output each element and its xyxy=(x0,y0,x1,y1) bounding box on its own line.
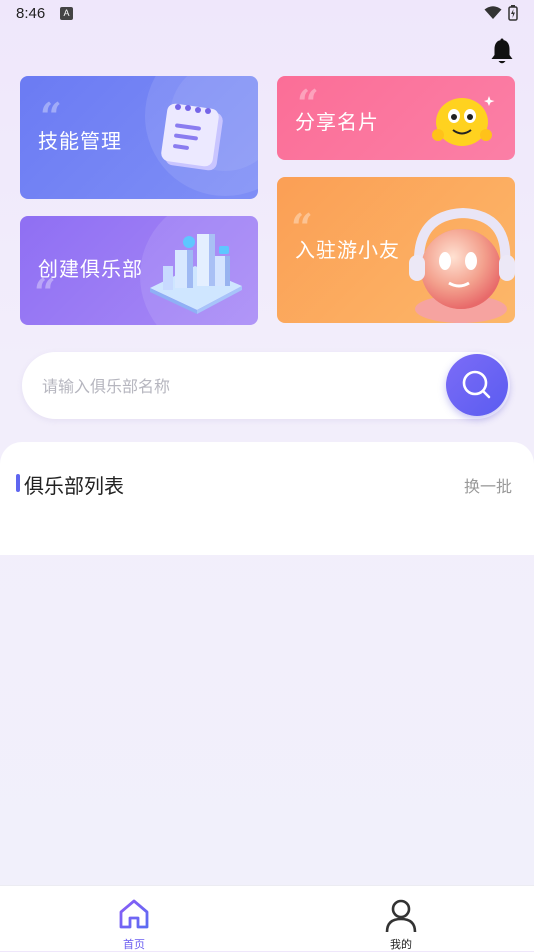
club-search-input[interactable] xyxy=(40,372,424,400)
status-bar: 8:46 A xyxy=(0,0,534,28)
skill-management-label: 技能管理 xyxy=(38,129,122,153)
skill-management-card[interactable]: “ 技能管理 xyxy=(20,76,258,199)
section-accent-bar xyxy=(16,474,20,492)
search-bar xyxy=(22,352,510,419)
tab-home[interactable]: 首页 xyxy=(84,886,184,951)
join-card[interactable]: “ 入驻游小友 xyxy=(277,177,515,323)
notification-icon: A xyxy=(60,7,73,20)
tab-me[interactable]: 我的 xyxy=(351,886,451,951)
battery-icon xyxy=(508,5,518,21)
search-icon xyxy=(462,370,491,399)
bell-icon[interactable] xyxy=(489,38,515,66)
bottom-tab-bar: 首页 我的 xyxy=(0,885,534,951)
refresh-button[interactable]: 换一批 xyxy=(464,473,512,497)
city-buildings-icon xyxy=(150,234,242,314)
status-time: 8:46 xyxy=(16,5,46,22)
notepad-icon xyxy=(161,103,223,171)
search-button[interactable] xyxy=(446,354,508,416)
user-icon xyxy=(385,899,417,933)
share-card-label: 分享名片 xyxy=(295,110,379,134)
wifi-icon xyxy=(484,6,502,19)
robot-mascot-icon xyxy=(409,207,515,323)
join-label: 入驻游小友 xyxy=(295,238,400,262)
share-card-card[interactable]: “ 分享名片 xyxy=(277,76,515,160)
home-icon xyxy=(119,899,149,929)
smiley-icon xyxy=(432,96,495,146)
create-club-card[interactable]: 创建俱乐部 “ xyxy=(20,216,258,325)
quote-mark: “ xyxy=(34,270,56,315)
club-list-title: 俱乐部列表 xyxy=(24,474,124,498)
